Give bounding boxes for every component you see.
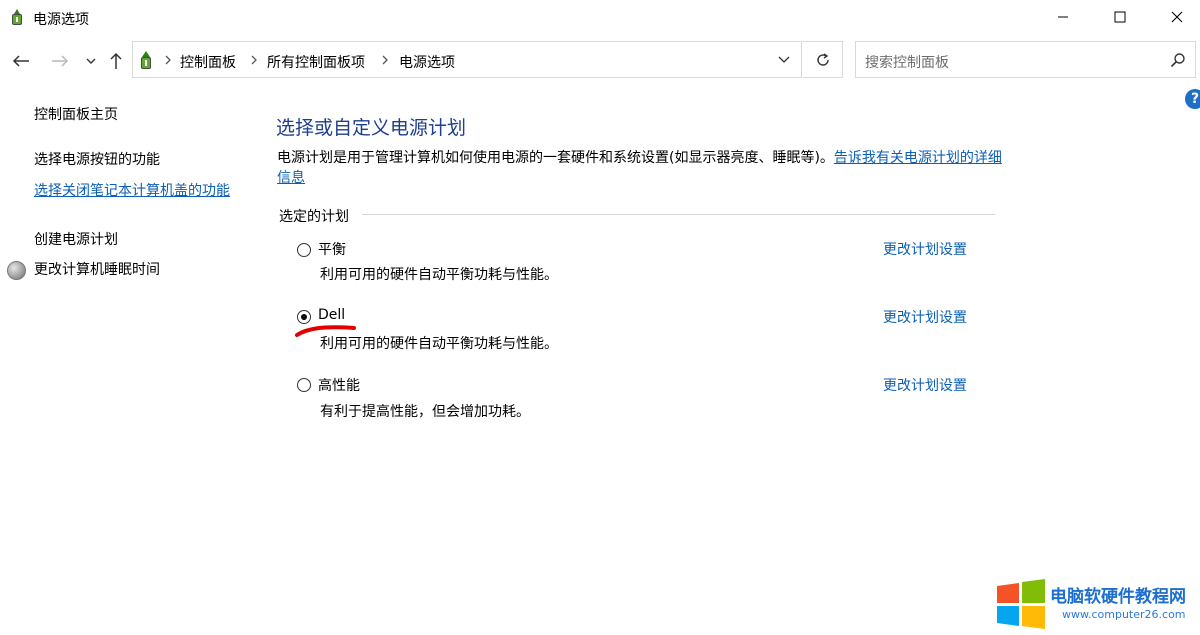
search-box[interactable]: 搜索控制面板 (855, 41, 1196, 78)
help-icon[interactable]: ? (1185, 89, 1200, 109)
sidebar-item-home[interactable]: 控制面板主页 (34, 105, 118, 126)
breadcrumb-separator-icon (165, 55, 171, 65)
recent-locations-button[interactable] (78, 48, 104, 74)
sleep-moon-icon (7, 261, 26, 280)
red-underline-annotation (295, 325, 356, 337)
plan-dell-name[interactable]: Dell (318, 307, 345, 323)
search-input[interactable]: 搜索控制面板 (865, 52, 949, 72)
minimize-button[interactable] (1040, 0, 1086, 34)
plan-balanced-name[interactable]: 平衡 (318, 239, 346, 259)
selected-plans-label: 选定的计划 (279, 209, 349, 225)
chevron-down-icon (778, 56, 790, 63)
breadcrumb-power-options[interactable]: 电源选项 (399, 52, 455, 72)
address-bar[interactable]: 控制面板 所有控制面板项 电源选项 (132, 41, 802, 78)
minimize-icon (1058, 16, 1068, 18)
power-options-icon (12, 9, 22, 25)
maximize-icon (1114, 11, 1126, 23)
description-text: 电源计划是用于管理计算机如何使用电源的一套硬件和系统设置(如显示器亮度、睡眠等)… (277, 150, 834, 166)
plan-balanced-description: 利用可用的硬件自动平衡功耗与性能。 (320, 267, 558, 283)
forward-button[interactable] (47, 48, 73, 74)
sidebar-item-power-button[interactable]: 选择电源按钮的功能 (34, 150, 160, 171)
close-icon (1171, 11, 1183, 23)
address-dropdown-button[interactable] (775, 52, 793, 68)
arrow-right-icon (52, 55, 69, 67)
breadcrumb-all-items[interactable]: 所有控制面板项 (267, 52, 365, 72)
breadcrumb-separator-icon (382, 55, 388, 65)
watermark-url: www.computer26.com (1062, 608, 1186, 621)
maximize-button[interactable] (1097, 0, 1143, 34)
plan-high-performance-radio[interactable] (297, 378, 311, 392)
refresh-button[interactable] (803, 41, 843, 78)
arrow-left-icon (12, 55, 29, 67)
control-panel-icon (141, 51, 151, 69)
page-title: 选择或自定义电源计划 (276, 117, 467, 139)
close-button[interactable] (1154, 0, 1200, 34)
plan-balanced-radio[interactable] (297, 243, 311, 257)
arrow-up-icon (110, 52, 122, 69)
watermark-title: 电脑软硬件教程网 (1050, 587, 1186, 607)
back-button[interactable] (8, 48, 34, 74)
plan-dell-change-settings-link[interactable]: 更改计划设置 (883, 307, 967, 327)
plan-high-performance-description: 有利于提高性能，但会增加功耗。 (320, 404, 530, 420)
chevron-down-icon (86, 58, 96, 64)
group-divider (362, 214, 995, 215)
window-title: 电源选项 (33, 12, 89, 28)
page-description: 电源计划是用于管理计算机如何使用电源的一套硬件和系统设置(如显示器亮度、睡眠等)… (277, 148, 1002, 188)
title-bar: 电源选项 (0, 0, 1200, 34)
search-icon[interactable] (1170, 52, 1186, 68)
plan-high-performance-name[interactable]: 高性能 (318, 375, 360, 395)
sidebar-item-lid-close[interactable]: 选择关闭笔记本计算机盖的功能 (34, 181, 244, 202)
refresh-icon (816, 52, 829, 66)
plan-high-performance-change-settings-link[interactable]: 更改计划设置 (883, 375, 967, 395)
breadcrumb-control-panel[interactable]: 控制面板 (180, 52, 236, 72)
breadcrumb-separator-icon (251, 55, 257, 65)
plan-balanced-change-settings-link[interactable]: 更改计划设置 (883, 239, 967, 259)
sidebar-item-create-plan[interactable]: 创建电源计划 (34, 230, 118, 251)
up-button[interactable] (103, 48, 129, 74)
sidebar-item-sleep-time[interactable]: 更改计算机睡眠时间 (34, 260, 160, 281)
windows-logo-icon (997, 579, 1045, 629)
